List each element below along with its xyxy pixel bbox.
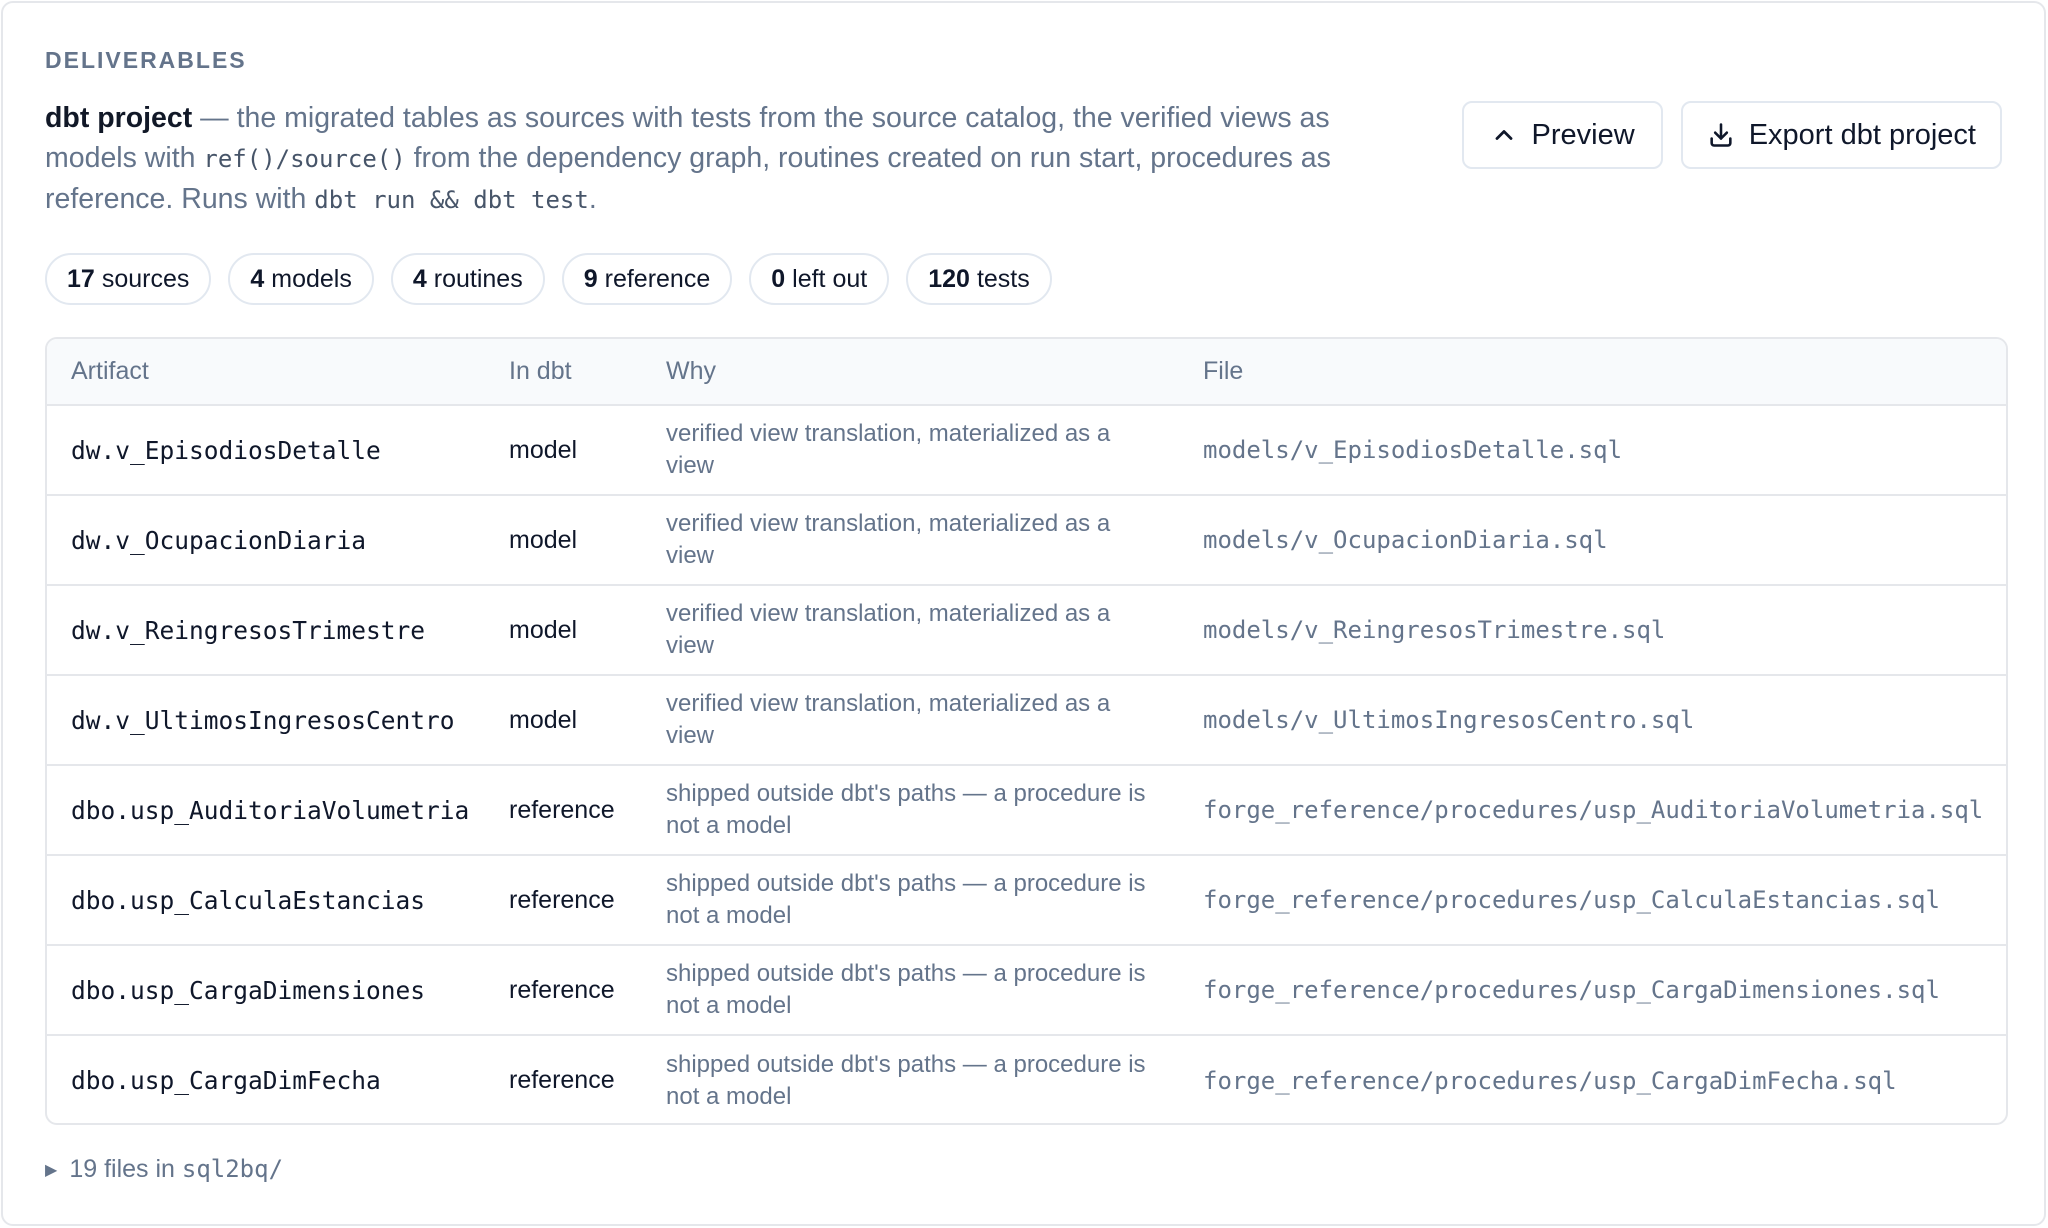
summary-pills: 17 sources 4 models 4 routines 9 reference 0… (45, 253, 1052, 305)
in-dbt-cell: reference (509, 885, 615, 914)
pill-label: reference (604, 264, 711, 293)
section-label: DELIVERABLES (45, 47, 247, 73)
why-cell: shipped outside dbt's paths — a procedur… (666, 960, 1146, 1019)
why-cell: shipped outside dbt's paths — a procedur… (666, 1050, 1146, 1110)
column-header-file: File (1179, 339, 2006, 406)
pill-routines: 4 routines (390, 253, 545, 305)
table-row: dw.v_OcupacionDiaria model verified view… (47, 495, 2006, 585)
column-header-artifact: Artifact (47, 339, 485, 406)
description-code-run-command: dbt run && dbt test (314, 186, 589, 214)
chevron-up-icon (1495, 130, 1512, 140)
pill-count: 120 (928, 264, 970, 293)
file-cell: models/v_OcupacionDiaria.sql (1203, 526, 1608, 554)
why-cell: verified view translation, materialized … (666, 420, 1111, 479)
table-row: dbo.usp_CargaDimensiones reference shipp… (47, 945, 2006, 1035)
in-dbt-cell: reference (509, 795, 615, 824)
file-cell: forge_reference/procedures/usp_CargaDime… (1203, 976, 1940, 1004)
table-row: dw.v_ReingresosTrimestre model verified … (47, 585, 2006, 675)
in-dbt-cell: reference (509, 1066, 615, 1094)
artifact-cell: dw.v_EpisodiosDetalle (71, 435, 381, 465)
pill-label: tests (976, 264, 1030, 293)
in-dbt-cell: reference (509, 975, 615, 1004)
export-button-label: Export dbt project (1748, 118, 1976, 151)
why-cell: verified view translation, materialized … (666, 510, 1111, 569)
pill-label: routines (433, 264, 523, 293)
table-row: dw.v_EpisodiosDetalle model verified vie… (47, 405, 2006, 495)
artifact-cell: dbo.usp_CalculaEstancias (71, 885, 426, 915)
action-buttons: Preview Export dbt project (1461, 101, 2002, 169)
pill-label: left out (792, 264, 868, 293)
file-cell: forge_reference/procedures/usp_CargaDimF… (1203, 1066, 1897, 1095)
why-cell: verified view translation, materialized … (666, 690, 1111, 749)
files-disclosure-toggle[interactable]: ▶ 19 files in sql2bq/ (45, 1155, 283, 1184)
pill-sources: 17 sources (45, 253, 212, 305)
pill-count: 9 (583, 264, 598, 293)
artifact-cell: dbo.usp_AuditoriaVolumetria (71, 795, 470, 825)
pill-tests: 120 tests (906, 253, 1052, 305)
pill-count: 17 (67, 264, 95, 293)
file-cell: models/v_ReingresosTrimestre.sql (1203, 616, 1666, 644)
table-row: dbo.usp_CalculaEstancias reference shipp… (47, 855, 2006, 945)
file-cell: forge_reference/procedures/usp_Auditoria… (1203, 796, 1984, 824)
in-dbt-cell: model (509, 435, 578, 464)
in-dbt-cell: model (509, 615, 578, 644)
artifact-cell: dw.v_OcupacionDiaria (71, 525, 367, 555)
pill-left-out: 0 left out (749, 253, 890, 305)
description-lead: dbt project (45, 102, 193, 134)
pill-label: models (271, 264, 352, 293)
files-toggle-path: sql2bq/ (181, 1155, 284, 1183)
download-icon (1710, 123, 1732, 147)
column-header-in-dbt: In dbt (485, 339, 642, 406)
why-cell: shipped outside dbt's paths — a procedur… (666, 870, 1146, 929)
project-description: dbt project — the migrated tables as sou… (45, 98, 1375, 220)
column-header-why: Why (642, 339, 1179, 406)
file-cell: models/v_EpisodiosDetalle.sql (1203, 436, 1623, 464)
table-row: dbo.usp_CargaDimFecha reference shipped … (47, 1035, 2006, 1123)
in-dbt-cell: model (509, 705, 578, 734)
table-row: dw.v_UltimosIngresosCentro model verifie… (47, 675, 2006, 765)
table-header-row: Artifact In dbt Why File (47, 339, 2006, 406)
file-cell: forge_reference/procedures/usp_CalculaEs… (1203, 886, 1940, 914)
why-cell: verified view translation, materialized … (666, 600, 1111, 659)
preview-button[interactable]: Preview (1461, 101, 1663, 169)
description-code-ref-source: ref()/source() (203, 145, 406, 173)
pill-count: 0 (771, 264, 786, 293)
pill-label: sources (101, 264, 190, 293)
files-toggle-text: 19 files in (69, 1155, 182, 1183)
pill-reference: 9 reference (561, 253, 733, 305)
artifact-cell: dbo.usp_CargaDimFecha (71, 1066, 381, 1095)
pill-count: 4 (412, 264, 427, 293)
artifact-cell: dw.v_UltimosIngresosCentro (71, 705, 455, 735)
preview-button-label: Preview (1531, 118, 1635, 151)
artifact-cell: dbo.usp_CargaDimensiones (71, 975, 426, 1005)
artifact-cell: dw.v_ReingresosTrimestre (71, 615, 426, 645)
description-text-3: . (588, 183, 597, 215)
pill-count: 4 (250, 264, 265, 293)
files-toggle-label: 19 files in sql2bq/ (69, 1155, 283, 1184)
why-cell: shipped outside dbt's paths — a procedur… (666, 780, 1146, 839)
file-cell: models/v_UltimosIngresosCentro.sql (1203, 706, 1695, 734)
table-row: dbo.usp_AuditoriaVolumetria reference sh… (47, 765, 2006, 855)
deliverables-card: DELIVERABLES dbt project — the migrated … (1, 1, 2046, 1226)
export-dbt-project-button[interactable]: Export dbt project (1680, 101, 2002, 169)
triangle-right-icon: ▶ (45, 1161, 58, 1179)
artifacts-table: Artifact In dbt Why File dw.v_EpisodiosD… (45, 337, 2008, 1125)
in-dbt-cell: model (509, 525, 578, 554)
pill-models: 4 models (228, 253, 374, 305)
